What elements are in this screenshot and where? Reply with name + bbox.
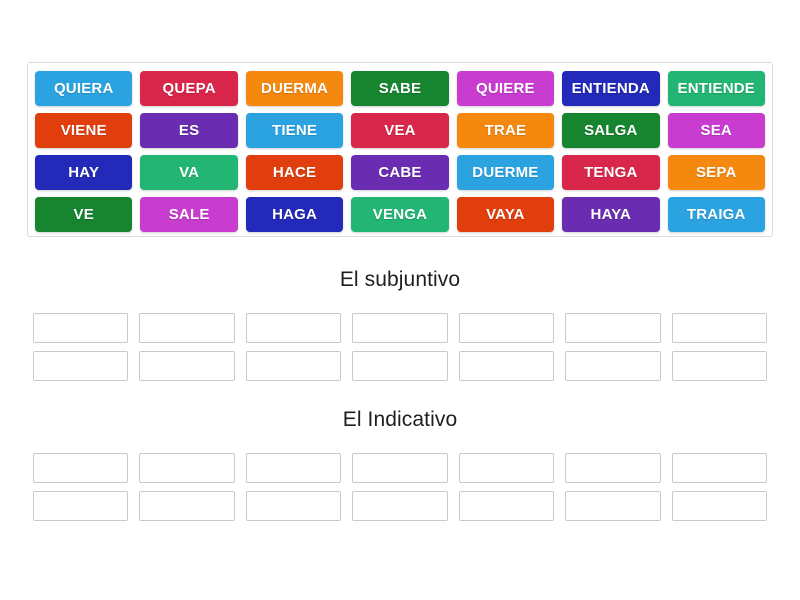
word-tile[interactable]: SALGA	[562, 113, 660, 148]
drop-slot[interactable]	[139, 453, 235, 483]
word-tile[interactable]: TIENE	[245, 113, 344, 148]
word-tile[interactable]: VEA	[351, 113, 449, 148]
word-tile[interactable]: ENTIENDA	[562, 71, 660, 106]
drop-slot[interactable]	[245, 453, 342, 483]
drop-slot[interactable]	[458, 313, 555, 343]
drop-slot[interactable]	[139, 491, 235, 521]
drop-slot[interactable]	[352, 491, 448, 521]
word-tile[interactable]: SEPA	[667, 155, 765, 190]
drop-slot[interactable]	[352, 351, 448, 381]
word-tile[interactable]: QUIERA	[35, 71, 133, 106]
drop-slot[interactable]	[458, 453, 555, 483]
word-tile[interactable]: TENGA	[562, 155, 660, 190]
word-tile[interactable]: ES	[140, 113, 238, 148]
word-tile[interactable]: SABE	[351, 71, 449, 106]
drop-slot[interactable]	[33, 491, 129, 521]
word-tile[interactable]: QUEPA	[140, 71, 238, 106]
drop-slot[interactable]	[565, 491, 661, 521]
group-indicativo: El Indicativo	[33, 408, 767, 521]
drop-slot[interactable]	[565, 313, 661, 343]
word-tile[interactable]: VAYA	[456, 197, 555, 232]
word-tile-tray: QUIERA QUEPA DUERMA SABE QUIERE ENTIENDA…	[27, 62, 773, 237]
slot-row	[33, 491, 767, 521]
drop-slot[interactable]	[458, 491, 555, 521]
word-tile[interactable]: TRAIGA	[667, 197, 765, 232]
drop-slot[interactable]	[245, 313, 342, 343]
word-tile[interactable]: VIENE	[35, 113, 133, 148]
word-tile[interactable]: QUIERE	[456, 71, 555, 106]
drop-slot[interactable]	[565, 351, 661, 381]
drop-slot[interactable]	[352, 453, 448, 483]
group-dropzone-grid	[33, 313, 767, 381]
tile-row: HAY VA HACE CABE DUERME TENGA SEPA	[35, 155, 765, 190]
drop-slot[interactable]	[671, 313, 767, 343]
tile-row: VE SALE HAGA VENGA VAYA HAYA TRAIGA	[35, 197, 765, 232]
word-tile[interactable]: ENTIENDE	[667, 71, 765, 106]
word-tile[interactable]: HAYA	[562, 197, 660, 232]
activity-stage: QUIERA QUEPA DUERMA SABE QUIERE ENTIENDA…	[0, 0, 800, 600]
drop-slot[interactable]	[33, 313, 129, 343]
drop-slot[interactable]	[671, 491, 767, 521]
drop-slot[interactable]	[33, 351, 129, 381]
word-tile[interactable]: CABE	[351, 155, 449, 190]
drop-slot[interactable]	[671, 453, 767, 483]
drop-slot[interactable]	[671, 351, 767, 381]
slot-row	[33, 453, 767, 483]
drop-slot[interactable]	[245, 351, 342, 381]
slot-row	[33, 313, 767, 343]
drop-slot[interactable]	[139, 351, 235, 381]
tile-row: VIENE ES TIENE VEA TRAE SALGA SEA	[35, 113, 765, 148]
group-title: El subjuntivo	[339, 268, 461, 291]
slot-row	[33, 351, 767, 381]
word-tile[interactable]: HAY	[35, 155, 133, 190]
group-subjuntivo: El subjuntivo	[33, 268, 767, 381]
word-tile[interactable]: VENGA	[351, 197, 449, 232]
word-tile[interactable]: SEA	[667, 113, 765, 148]
drop-slot[interactable]	[245, 491, 342, 521]
group-title: El Indicativo	[342, 408, 458, 431]
tile-row: QUIERA QUEPA DUERMA SABE QUIERE ENTIENDA…	[35, 71, 765, 106]
group-dropzone-grid	[33, 453, 767, 521]
drop-slot[interactable]	[352, 313, 448, 343]
word-tile[interactable]: TRAE	[456, 113, 555, 148]
drop-slot[interactable]	[33, 453, 129, 483]
drop-slot[interactable]	[458, 351, 555, 381]
word-tile[interactable]: HAGA	[245, 197, 344, 232]
word-tile[interactable]: SALE	[140, 197, 238, 232]
word-tile[interactable]: HACE	[245, 155, 344, 190]
word-tile[interactable]: DUERMA	[245, 71, 344, 106]
drop-slot[interactable]	[565, 453, 661, 483]
word-tile[interactable]: VA	[140, 155, 238, 190]
word-tile[interactable]: DUERME	[456, 155, 555, 190]
drop-slot[interactable]	[139, 313, 235, 343]
word-tile[interactable]: VE	[35, 197, 133, 232]
